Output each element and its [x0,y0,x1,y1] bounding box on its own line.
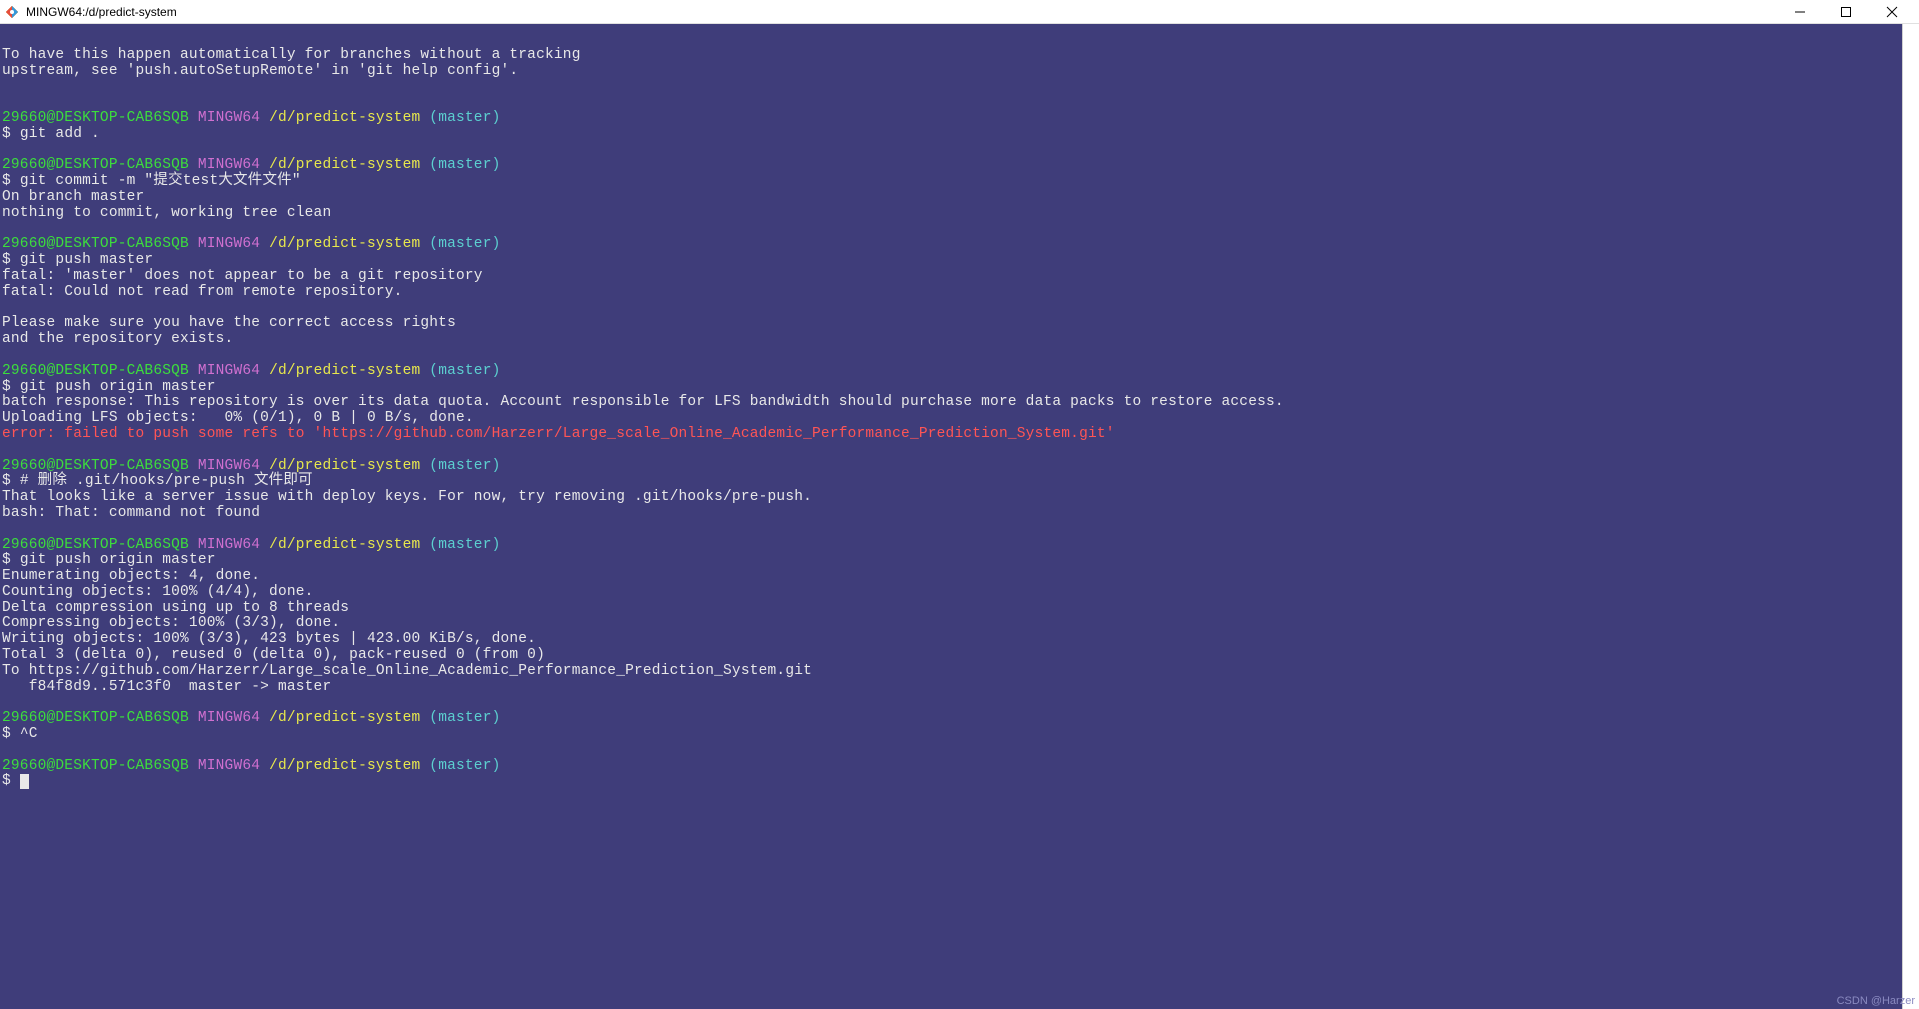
command: git push master [20,252,154,268]
prompt-branch: (master) [429,458,500,474]
terminal[interactable]: To have this happen automatically for br… [0,24,1902,1009]
command: # 删除 .git/hooks/pre-push 文件即可 [20,473,313,489]
prompt-path: /d/predict-system [269,363,420,379]
prompt-symbol: $ [2,252,11,268]
prompt-path: /d/predict-system [269,710,420,726]
app-icon [4,4,20,20]
prompt-path: /d/predict-system [269,758,420,774]
prompt-branch: (master) [429,110,500,126]
prompt-branch: (master) [429,710,500,726]
prompt-path: /d/predict-system [269,110,420,126]
titlebar-left: MINGW64:/d/predict-system [4,4,177,20]
prompt-path: /d/predict-system [269,157,420,173]
prompt-branch: (master) [429,236,500,252]
output-line: To https://github.com/Harzerr/Large_scal… [2,663,812,679]
window-controls [1777,0,1915,24]
prompt-symbol: $ [2,473,11,489]
output-line: fatal: 'master' does not appear to be a … [2,268,483,284]
output-line: Delta compression using up to 8 threads [2,600,349,616]
prompt-host: MINGW64 [198,363,260,379]
prompt-path: /d/predict-system [269,236,420,252]
output-line: and the repository exists. [2,331,233,347]
prompt-branch: (master) [429,363,500,379]
prompt-symbol: $ [2,379,11,395]
prompt-user: 29660@DESKTOP-CAB6SQB [2,458,189,474]
prompt-user: 29660@DESKTOP-CAB6SQB [2,236,189,252]
terminal-wrap: To have this happen automatically for br… [0,24,1919,1009]
prompt-symbol: $ [2,552,11,568]
prompt-path: /d/predict-system [269,537,420,553]
watermark: CSDN @Harzer [1837,995,1915,1007]
output-line: Please make sure you have the correct ac… [2,315,456,331]
output-line: upstream, see 'push.autoSetupRemote' in … [2,63,518,79]
prompt-host: MINGW64 [198,458,260,474]
cursor [20,774,29,789]
minimize-button[interactable] [1777,0,1823,24]
prompt-symbol: $ [2,726,11,742]
output-line: To have this happen automatically for br… [2,47,581,63]
command: git commit -m "提交test大文件文件" [20,173,301,189]
prompt-branch: (master) [429,758,500,774]
prompt-user: 29660@DESKTOP-CAB6SQB [2,363,189,379]
scrollbar[interactable] [1902,24,1919,1009]
prompt-branch: (master) [429,157,500,173]
command: git push origin master [20,552,216,568]
prompt-symbol: $ [2,773,11,789]
prompt-host: MINGW64 [198,710,260,726]
prompt-user: 29660@DESKTOP-CAB6SQB [2,110,189,126]
output-line: batch response: This repository is over … [2,394,1284,410]
error-line: error: failed to push some refs to 'http… [2,426,1115,442]
prompt-user: 29660@DESKTOP-CAB6SQB [2,157,189,173]
output-line: f84f8d9..571c3f0 master -> master [2,679,331,695]
window-title: MINGW64:/d/predict-system [26,5,177,19]
command: ^C [20,726,38,742]
prompt-branch: (master) [429,537,500,553]
output-line: That looks like a server issue with depl… [2,489,812,505]
prompt-host: MINGW64 [198,758,260,774]
prompt-host: MINGW64 [198,537,260,553]
close-button[interactable] [1869,0,1915,24]
output-line: fatal: Could not read from remote reposi… [2,284,403,300]
output-line: Uploading LFS objects: 0% (0/1), 0 B | 0… [2,410,474,426]
output-line: On branch master [2,189,144,205]
output-line: Compressing objects: 100% (3/3), done. [2,615,340,631]
prompt-path: /d/predict-system [269,458,420,474]
command: git add . [20,126,100,142]
prompt-host: MINGW64 [198,236,260,252]
prompt-host: MINGW64 [198,157,260,173]
output-line: Writing objects: 100% (3/3), 423 bytes |… [2,631,536,647]
prompt-symbol: $ [2,126,11,142]
output-line: Counting objects: 100% (4/4), done. [2,584,314,600]
titlebar: MINGW64:/d/predict-system [0,0,1919,24]
prompt-host: MINGW64 [198,110,260,126]
maximize-button[interactable] [1823,0,1869,24]
prompt-user: 29660@DESKTOP-CAB6SQB [2,758,189,774]
output-line: Enumerating objects: 4, done. [2,568,260,584]
output-line: nothing to commit, working tree clean [2,205,331,221]
output-line: bash: That: command not found [2,505,260,521]
prompt-symbol: $ [2,173,11,189]
command: git push origin master [20,379,216,395]
prompt-user: 29660@DESKTOP-CAB6SQB [2,537,189,553]
prompt-user: 29660@DESKTOP-CAB6SQB [2,710,189,726]
output-line: Total 3 (delta 0), reused 0 (delta 0), p… [2,647,545,663]
